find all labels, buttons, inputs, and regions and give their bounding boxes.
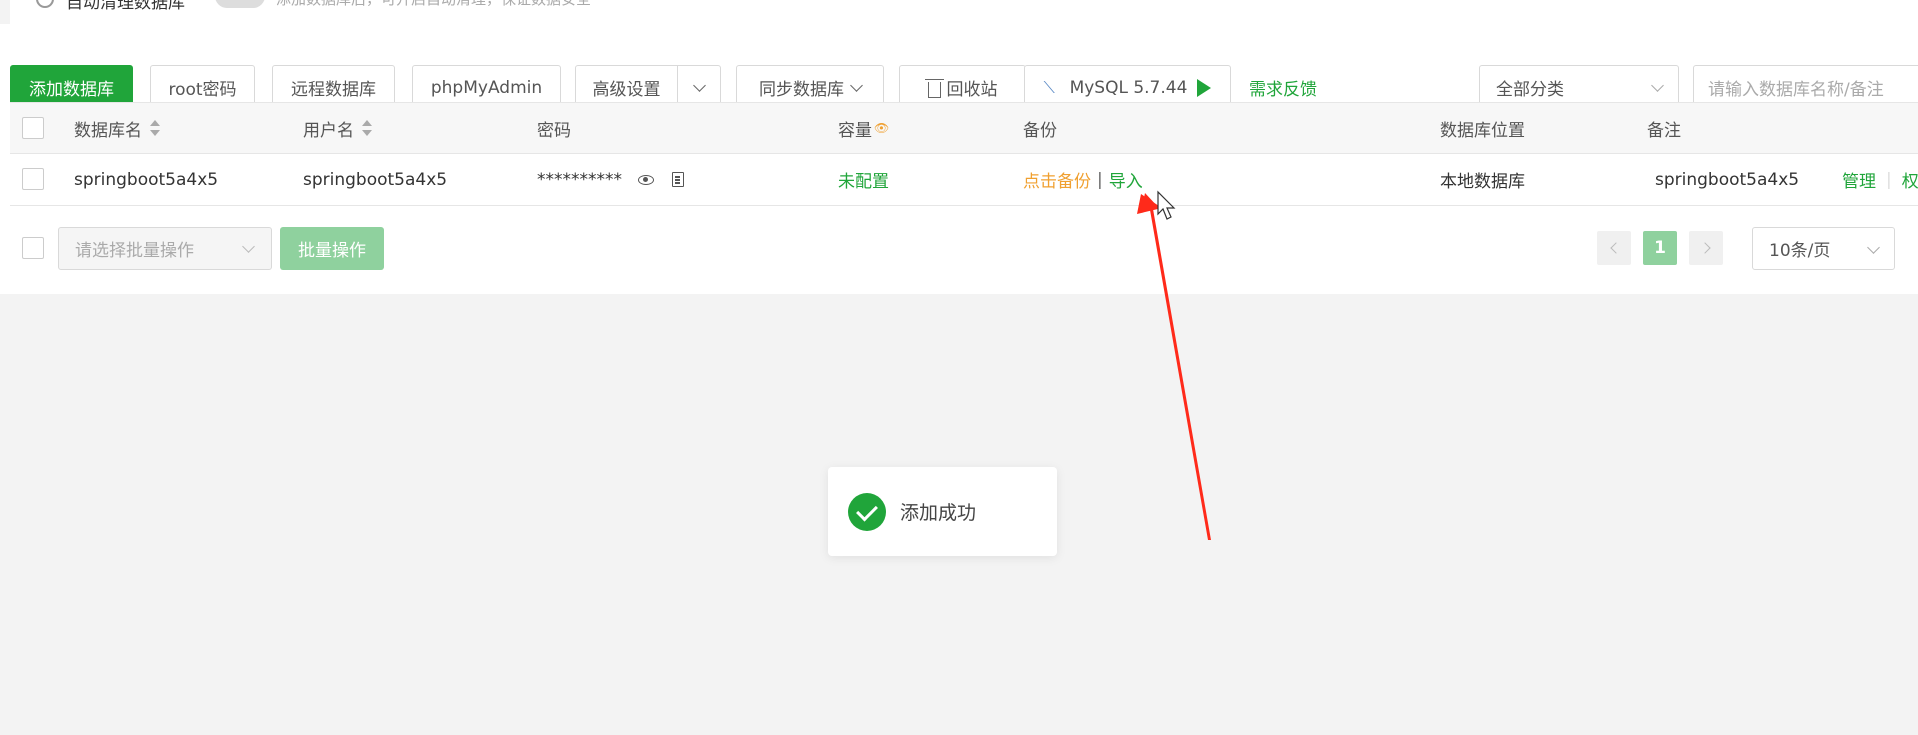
category-select-value: 全部分类 [1496, 80, 1564, 100]
auto-clean-label: 自动清理数据库 [66, 0, 185, 13]
manage-link[interactable]: 管理 [1842, 167, 1876, 192]
toast-message: 添加成功 [900, 502, 977, 524]
row-capacity[interactable]: 未配置 [838, 154, 889, 205]
sync-database-label: 同步数据库 [759, 80, 844, 100]
bulk-operation-select[interactable]: 请选择批量操作 [58, 227, 272, 270]
separator: | [1886, 169, 1892, 190]
select-all-checkbox[interactable] [22, 117, 44, 139]
header-backup: 备份 [1023, 120, 1057, 141]
recycle-bin-label: 回收站 [946, 80, 998, 100]
table-header: 数据库名 用户名 密码 容量 👁 备份 数据库位置 备注 [10, 102, 1918, 154]
play-icon [1197, 78, 1212, 97]
check-circle-icon [848, 492, 886, 531]
row-actions: 管理 | 权 [1842, 154, 1918, 205]
page-size-value: 10条/页 [1769, 241, 1831, 261]
trash-icon [924, 78, 944, 98]
prev-page-button[interactable] [1597, 231, 1631, 265]
row-password: ********** [537, 154, 684, 205]
header-username[interactable]: 用户名 [303, 103, 372, 153]
header-location: 数据库位置 [1440, 120, 1525, 141]
auto-clean-switch[interactable] [215, 0, 265, 8]
row-location: 本地数据库 [1440, 172, 1525, 192]
show-password-icon[interactable] [638, 174, 654, 185]
database-panel: 添加数据库 root密码 远程数据库 phpMyAdmin 高级设置 同步数据库… [0, 24, 1918, 294]
backup-link[interactable]: 点击备份 [1023, 167, 1091, 192]
table-row: springboot5a4x5 springboot5a4x5 ********… [10, 154, 1918, 206]
sort-icon [362, 119, 372, 137]
chevron-down-icon [1651, 79, 1664, 92]
header-capacity-label: 容量 [838, 120, 872, 141]
chevron-right-icon [1698, 242, 1711, 254]
header-db-name[interactable]: 数据库名 [74, 103, 160, 153]
next-page-button[interactable] [1689, 231, 1723, 265]
header-db-name-label: 数据库名 [74, 120, 142, 141]
success-toast: 添加成功 [828, 467, 1057, 556]
auto-clean-hint: 添加数据库后，可开启自动清理，保证数据安全 [276, 0, 591, 9]
mysql-version-label: MySQL 5.7.44 [1069, 77, 1188, 98]
auto-clean-strip: 自动清理数据库 添加数据库后，可开启自动清理，保证数据安全 [10, 0, 1918, 24]
feedback-link[interactable]: 需求反馈 [1249, 75, 1317, 100]
row-checkbox[interactable] [22, 168, 44, 190]
import-link[interactable]: 导入 [1109, 167, 1143, 192]
chevron-down-icon [850, 78, 863, 92]
header-remark: 备注 [1647, 120, 1681, 141]
sort-icon [150, 119, 160, 137]
header-capacity: 容量 👁 [838, 103, 889, 153]
header-username-label: 用户名 [303, 120, 354, 141]
page-size-select[interactable]: 10条/页 [1752, 227, 1895, 270]
mysql-dolphin-icon: ⟍ [1043, 77, 1055, 97]
copy-password-icon[interactable] [672, 172, 684, 187]
separator: | [1097, 169, 1103, 190]
row-db-name: springboot5a4x5 [74, 169, 219, 190]
chevron-down-icon [1867, 241, 1880, 254]
page-1-button[interactable]: 1 [1643, 231, 1677, 265]
row-password-value: ********** [537, 169, 622, 190]
chevron-left-icon [1609, 242, 1622, 254]
row-backup: 点击备份 | 导入 [1023, 154, 1143, 205]
chevron-down-icon [242, 240, 255, 253]
auto-clean-radio[interactable] [36, 0, 54, 8]
row-remark[interactable]: springboot5a4x5 [1655, 154, 1799, 205]
eye-icon[interactable]: 👁 [874, 121, 889, 135]
bulk-operation-button[interactable]: 批量操作 [280, 227, 384, 270]
chevron-down-icon [692, 78, 706, 92]
bulk-select-checkbox[interactable] [22, 237, 44, 259]
row-username: springboot5a4x5 [303, 169, 448, 190]
permission-link[interactable]: 权 [1902, 167, 1918, 192]
header-password: 密码 [537, 120, 571, 141]
bulk-operation-placeholder: 请选择批量操作 [75, 241, 194, 261]
